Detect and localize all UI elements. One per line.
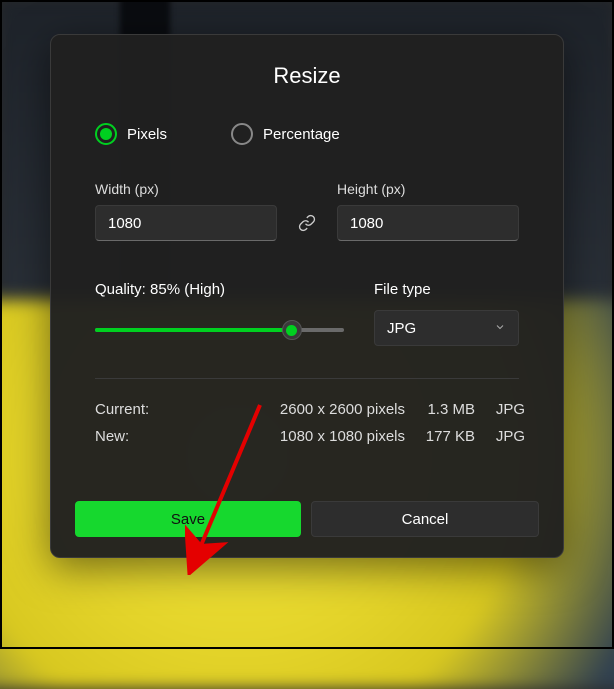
link-aspect-icon[interactable] bbox=[291, 205, 323, 241]
quality-section: Quality: 85% (High) bbox=[95, 281, 344, 340]
quality-label: Quality: 85% (High) bbox=[95, 281, 344, 298]
slider-fill bbox=[95, 328, 292, 332]
chevron-down-icon bbox=[494, 320, 506, 337]
height-input[interactable] bbox=[337, 205, 519, 241]
dialog-button-row: Save Cancel bbox=[75, 501, 539, 537]
filetype-label: File type bbox=[374, 281, 519, 298]
radio-pixels[interactable]: Pixels bbox=[95, 123, 167, 145]
radio-percentage[interactable]: Percentage bbox=[231, 123, 340, 145]
unit-radio-group: Pixels Percentage bbox=[75, 123, 539, 145]
width-input[interactable] bbox=[95, 205, 277, 241]
dialog-title: Resize bbox=[75, 63, 539, 89]
resize-dialog: Resize Pixels Percentage Width (px) Heig… bbox=[50, 34, 564, 558]
current-label: Current: bbox=[95, 401, 255, 418]
file-info-grid: Current: 2600 x 2600 pixels 1.3 MB JPG N… bbox=[75, 401, 539, 445]
current-dimensions: 2600 x 2600 pixels bbox=[255, 401, 405, 418]
filetype-select[interactable]: JPG bbox=[374, 310, 519, 346]
height-field: Height (px) bbox=[337, 181, 519, 241]
current-format: JPG bbox=[475, 401, 525, 418]
save-button[interactable]: Save bbox=[75, 501, 301, 537]
new-dimensions: 1080 x 1080 pixels bbox=[255, 428, 405, 445]
divider bbox=[95, 378, 519, 379]
quality-filetype-row: Quality: 85% (High) File type JPG bbox=[75, 281, 539, 346]
width-field: Width (px) bbox=[95, 181, 277, 241]
current-filesize: 1.3 MB bbox=[405, 401, 475, 418]
width-label: Width (px) bbox=[95, 181, 277, 197]
filetype-section: File type JPG bbox=[374, 281, 519, 346]
filetype-value: JPG bbox=[387, 320, 416, 337]
radio-percentage-label: Percentage bbox=[263, 126, 340, 143]
new-format: JPG bbox=[475, 428, 525, 445]
height-label: Height (px) bbox=[337, 181, 519, 197]
cancel-button[interactable]: Cancel bbox=[311, 501, 539, 537]
radio-circle-selected-icon bbox=[95, 123, 117, 145]
quality-slider[interactable] bbox=[95, 320, 344, 340]
radio-pixels-label: Pixels bbox=[127, 126, 167, 143]
slider-thumb[interactable] bbox=[282, 320, 302, 340]
new-info-row: New: 1080 x 1080 pixels 177 KB JPG bbox=[95, 428, 519, 445]
new-filesize: 177 KB bbox=[405, 428, 475, 445]
new-label: New: bbox=[95, 428, 255, 445]
dimensions-row: Width (px) Height (px) bbox=[75, 181, 539, 241]
current-info-row: Current: 2600 x 2600 pixels 1.3 MB JPG bbox=[95, 401, 519, 418]
radio-circle-unselected-icon bbox=[231, 123, 253, 145]
